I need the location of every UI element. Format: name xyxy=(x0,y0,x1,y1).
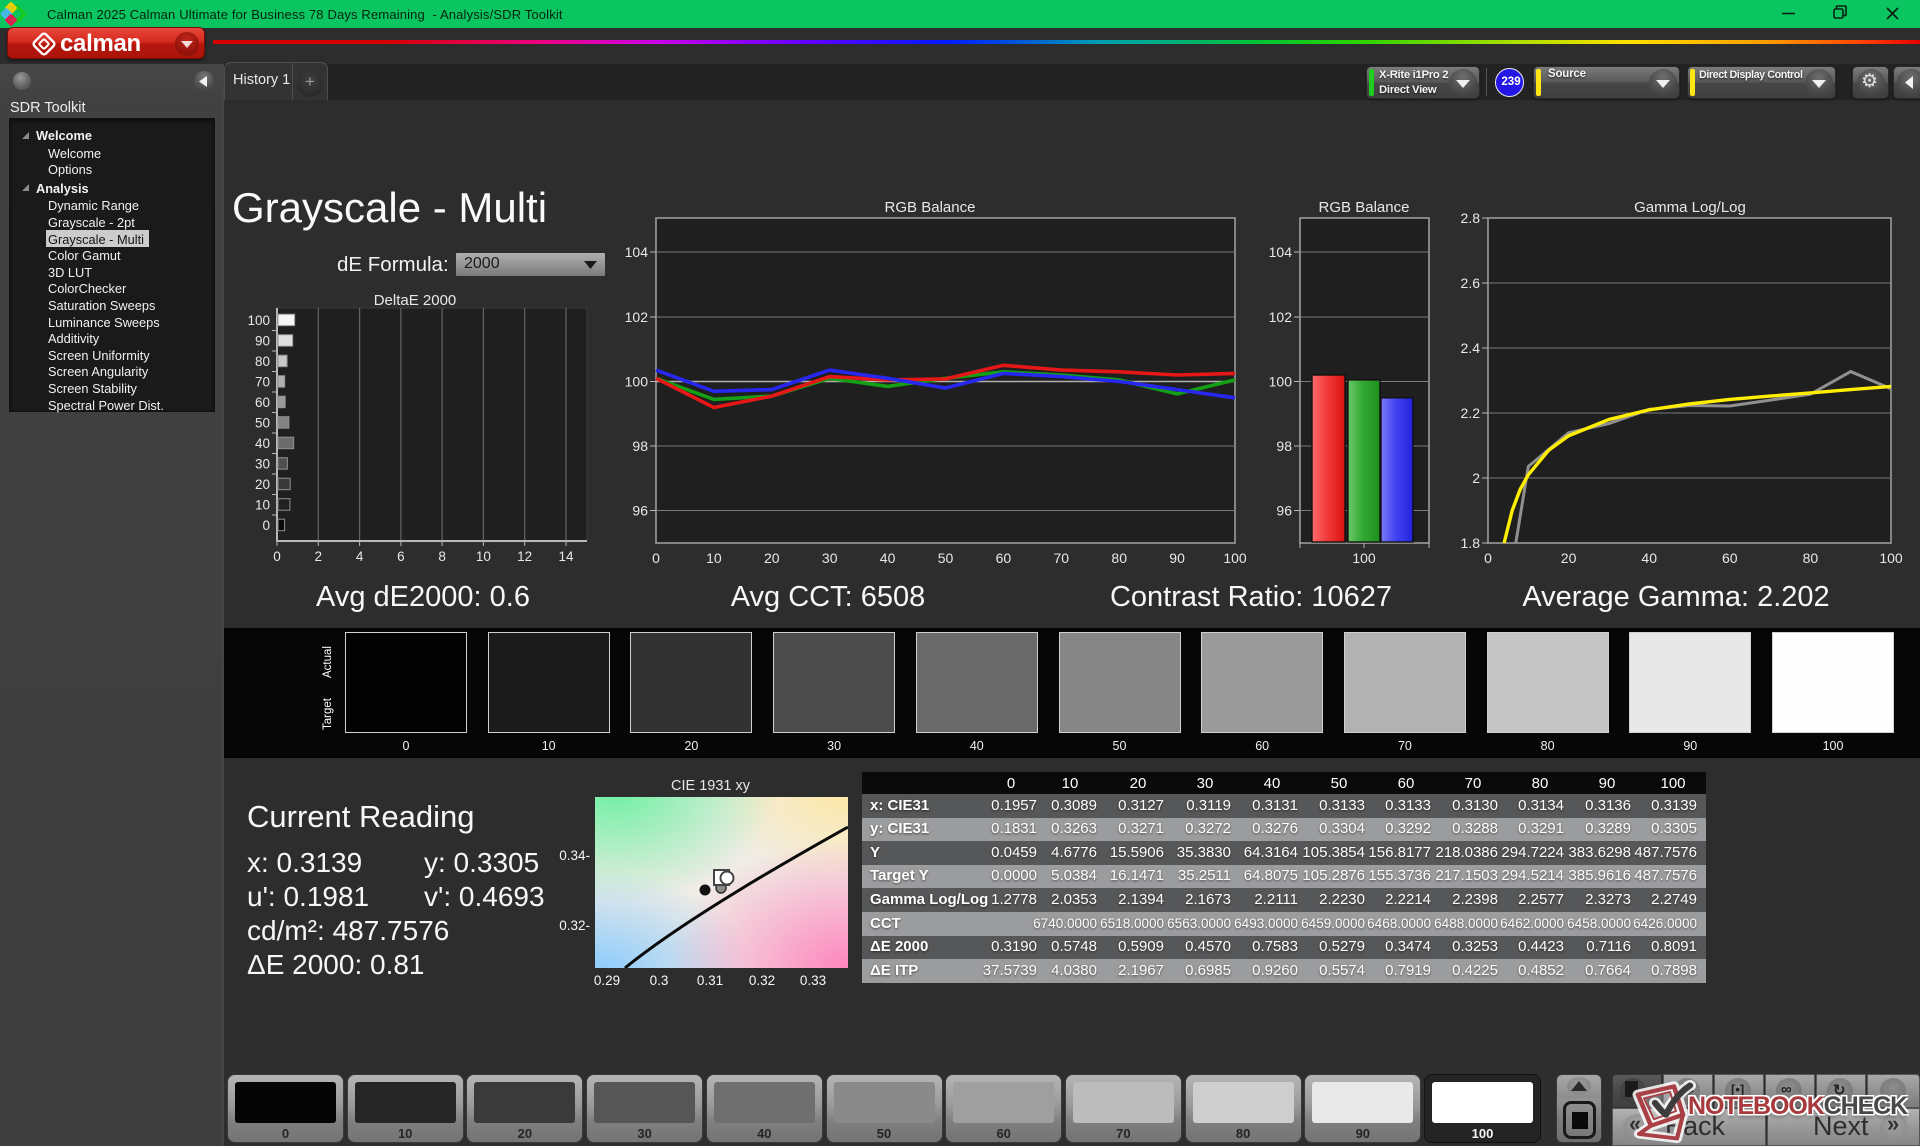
svg-text:1.8: 1.8 xyxy=(1461,535,1481,551)
svg-text:50: 50 xyxy=(938,550,954,566)
svg-text:104: 104 xyxy=(625,244,649,260)
svg-text:30: 30 xyxy=(255,457,270,472)
svg-text:DeltaE 2000: DeltaE 2000 xyxy=(374,292,457,309)
svg-text:2: 2 xyxy=(315,549,323,564)
svg-text:102: 102 xyxy=(1269,309,1293,325)
svg-text:98: 98 xyxy=(1276,438,1292,454)
svg-text:90: 90 xyxy=(1169,550,1185,566)
svg-text:100: 100 xyxy=(1223,550,1247,566)
svg-text:100: 100 xyxy=(1269,374,1293,390)
svg-text:104: 104 xyxy=(1269,244,1293,260)
svg-text:10: 10 xyxy=(255,498,270,513)
svg-text:96: 96 xyxy=(1276,503,1292,519)
svg-text:20: 20 xyxy=(1561,550,1577,566)
svg-text:20: 20 xyxy=(764,550,780,566)
svg-text:0: 0 xyxy=(273,549,281,564)
svg-text:2.4: 2.4 xyxy=(1461,340,1481,356)
svg-text:90: 90 xyxy=(255,334,270,349)
svg-text:60: 60 xyxy=(255,395,270,410)
svg-text:Gamma Log/Log: Gamma Log/Log xyxy=(1634,199,1746,216)
svg-text:102: 102 xyxy=(625,309,649,325)
svg-text:96: 96 xyxy=(632,503,648,519)
svg-text:2: 2 xyxy=(1472,470,1480,486)
svg-text:60: 60 xyxy=(996,550,1012,566)
svg-text:80: 80 xyxy=(1803,550,1819,566)
svg-text:40: 40 xyxy=(255,436,270,451)
svg-text:RGB Balance: RGB Balance xyxy=(885,199,976,216)
svg-text:0: 0 xyxy=(262,518,270,533)
svg-text:30: 30 xyxy=(822,550,838,566)
svg-text:80: 80 xyxy=(255,354,270,369)
svg-text:10: 10 xyxy=(706,550,722,566)
svg-text:8: 8 xyxy=(438,549,446,564)
svg-text:0: 0 xyxy=(1484,550,1492,566)
svg-text:100: 100 xyxy=(1352,550,1376,566)
svg-text:RGB Balance: RGB Balance xyxy=(1319,199,1410,216)
svg-text:12: 12 xyxy=(517,549,532,564)
svg-text:40: 40 xyxy=(1641,550,1657,566)
svg-text:2.6: 2.6 xyxy=(1461,275,1481,291)
svg-text:98: 98 xyxy=(632,438,648,454)
svg-text:50: 50 xyxy=(255,416,270,431)
svg-text:40: 40 xyxy=(880,550,896,566)
svg-text:20: 20 xyxy=(255,477,270,492)
svg-text:100: 100 xyxy=(625,374,649,390)
svg-text:2.2: 2.2 xyxy=(1461,405,1481,421)
svg-text:70: 70 xyxy=(1054,550,1070,566)
svg-text:70: 70 xyxy=(255,375,270,390)
svg-text:100: 100 xyxy=(247,313,270,328)
svg-text:100: 100 xyxy=(1879,550,1903,566)
svg-text:10: 10 xyxy=(476,549,491,564)
svg-text:14: 14 xyxy=(558,549,574,564)
svg-text:0: 0 xyxy=(652,550,660,566)
svg-text:80: 80 xyxy=(1111,550,1127,566)
svg-text:4: 4 xyxy=(356,549,364,564)
svg-text:2.8: 2.8 xyxy=(1461,210,1481,226)
svg-text:60: 60 xyxy=(1722,550,1738,566)
svg-text:6: 6 xyxy=(397,549,405,564)
